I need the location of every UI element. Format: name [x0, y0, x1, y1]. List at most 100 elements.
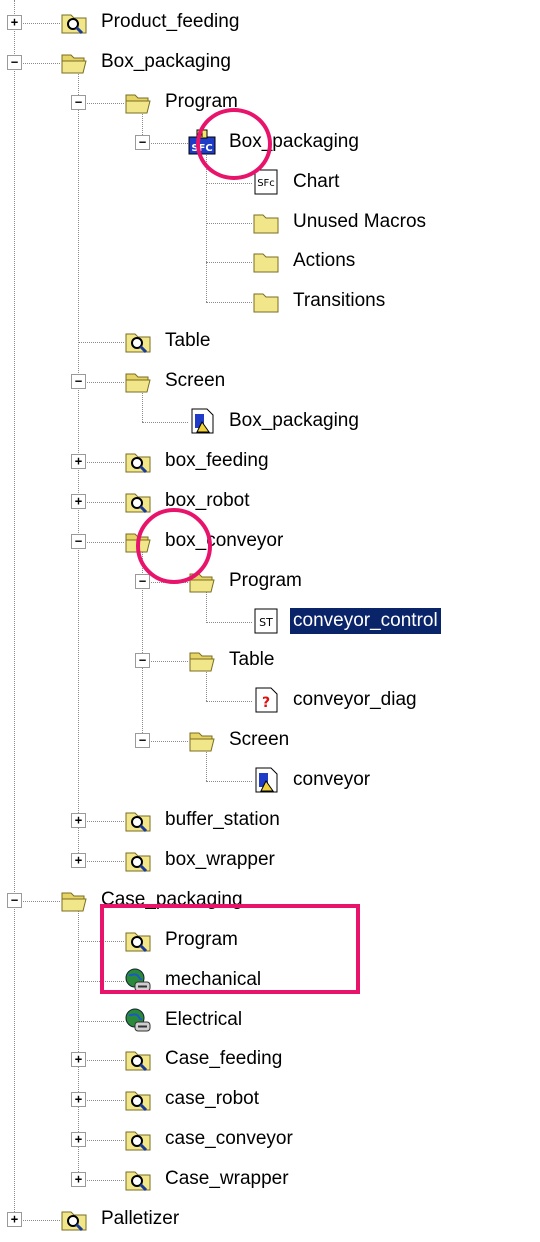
- svg-text:SFc: SFc: [257, 178, 275, 189]
- annotation-circle-box-conveyor: [136, 508, 212, 584]
- folder-icon: [252, 288, 280, 314]
- tree-item[interactable]: − Screen: [0, 362, 540, 402]
- collapse-toggle[interactable]: −: [135, 733, 150, 749]
- folder-open-icon: [124, 89, 152, 115]
- tree-item[interactable]: + case_robot: [0, 1080, 540, 1120]
- tree-item[interactable]: Actions: [0, 242, 540, 282]
- tree-item-label[interactable]: Unused Macros: [290, 209, 429, 235]
- tree-item-label[interactable]: Chart: [290, 169, 342, 195]
- tree-item[interactable]: Unused Macros: [0, 203, 540, 243]
- annotation-rect-links: [100, 904, 360, 994]
- expand-toggle[interactable]: +: [71, 453, 86, 469]
- tree-item[interactable]: − Box_packaging: [0, 43, 540, 83]
- folder-magnifier-icon: [124, 1086, 152, 1112]
- tree-item[interactable]: Box_packaging: [0, 402, 540, 442]
- tree-item[interactable]: ? conveyor_diag: [0, 681, 540, 721]
- tree-item-label[interactable]: Actions: [290, 248, 358, 274]
- tree-item[interactable]: + Product_feeding: [0, 3, 540, 43]
- tree-item[interactable]: − Program: [0, 562, 540, 602]
- tree-item[interactable]: − Table: [0, 641, 540, 681]
- collapse-toggle[interactable]: −: [71, 94, 86, 110]
- folder-open-icon: [188, 727, 216, 753]
- tree-item-label[interactable]: box_feeding: [162, 448, 272, 474]
- tree-item-label[interactable]: conveyor_control: [289, 606, 442, 635]
- folder-magnifier-icon: [124, 807, 152, 833]
- tree-item[interactable]: ST conveyor_control: [0, 602, 540, 642]
- collapse-toggle[interactable]: −: [71, 533, 86, 549]
- tree-item-label[interactable]: case_conveyor: [162, 1126, 296, 1152]
- folder-open-icon: [60, 887, 88, 913]
- collapse-toggle[interactable]: −: [7, 892, 22, 908]
- expand-toggle[interactable]: +: [71, 813, 86, 828]
- tree-item-label[interactable]: Electrical: [162, 1007, 245, 1033]
- tree-item[interactable]: + Palletizer: [0, 1200, 540, 1240]
- globe-link-icon: [124, 1007, 152, 1033]
- annotation-circle-sfc: [196, 108, 272, 180]
- folder-open-icon: [188, 647, 216, 673]
- tree-item-label[interactable]: Program: [226, 568, 305, 594]
- expand-toggle[interactable]: +: [7, 1212, 22, 1227]
- tree-item[interactable]: + Case_feeding: [0, 1040, 540, 1080]
- tree-item[interactable]: conveyor: [0, 761, 540, 801]
- tree-item-label[interactable]: buffer_station: [162, 807, 283, 833]
- folder-magnifier-icon: [124, 488, 152, 514]
- tree-item-label[interactable]: Transitions: [290, 288, 388, 314]
- collapse-toggle[interactable]: −: [7, 54, 22, 70]
- folder-open-icon: [124, 368, 152, 394]
- screen-icon: [188, 408, 216, 434]
- tree-item-label[interactable]: box_wrapper: [162, 847, 278, 873]
- tree-item-label[interactable]: Table: [226, 647, 277, 673]
- folder-icon: [252, 248, 280, 274]
- tree-item[interactable]: Transitions: [0, 282, 540, 322]
- tree-item-label[interactable]: conveyor: [290, 767, 373, 793]
- tree-item[interactable]: + box_wrapper: [0, 841, 540, 881]
- expand-toggle[interactable]: +: [71, 493, 86, 509]
- folder-open-icon: [60, 49, 88, 75]
- tree-item[interactable]: + case_conveyor: [0, 1120, 540, 1160]
- expand-toggle[interactable]: +: [71, 1092, 86, 1108]
- tree-item[interactable]: + buffer_station: [0, 801, 540, 841]
- collapse-toggle[interactable]: −: [135, 653, 150, 669]
- collapse-toggle[interactable]: −: [135, 134, 150, 150]
- tree-item[interactable]: − Screen: [0, 721, 540, 761]
- folder-icon: [252, 209, 280, 235]
- folder-magnifier-icon: [60, 9, 88, 35]
- expand-toggle[interactable]: +: [71, 1132, 86, 1148]
- folder-magnifier-icon: [124, 1046, 152, 1072]
- project-tree: + Product_feeding − Box_packaging − Progra…: [0, 0, 540, 1242]
- tree-item-label[interactable]: Case_feeding: [162, 1046, 285, 1072]
- folder-magnifier-icon: [124, 328, 152, 354]
- tree-item[interactable]: − box_conveyor: [0, 522, 540, 562]
- screen-icon: [252, 767, 280, 793]
- tree-item[interactable]: + box_robot: [0, 482, 540, 522]
- tree-item-label[interactable]: case_robot: [162, 1086, 262, 1112]
- st-program-icon: ST: [252, 608, 280, 634]
- tree-item[interactable]: Electrical: [0, 1001, 540, 1041]
- tree-item[interactable]: Table: [0, 322, 540, 362]
- tree-item-label[interactable]: Box_packaging: [226, 408, 362, 434]
- expand-toggle[interactable]: +: [7, 15, 22, 30]
- folder-magnifier-icon: [124, 1166, 152, 1192]
- tree-item-label[interactable]: Box_packaging: [98, 49, 234, 75]
- tree-item-label[interactable]: Table: [162, 328, 213, 354]
- tree-item-label[interactable]: Product_feeding: [98, 9, 242, 35]
- expand-toggle[interactable]: +: [71, 1172, 86, 1188]
- tree-item-label[interactable]: conveyor_diag: [290, 687, 420, 713]
- tree-item[interactable]: − Program: [0, 83, 540, 123]
- expand-toggle[interactable]: +: [71, 852, 86, 868]
- diagnostic-table-icon: ?: [252, 687, 280, 713]
- tree-item-label[interactable]: Palletizer: [98, 1206, 182, 1232]
- tree-item[interactable]: SFc Chart: [0, 163, 540, 203]
- tree-item-label[interactable]: Case_wrapper: [162, 1166, 292, 1192]
- expand-toggle[interactable]: +: [71, 1052, 86, 1068]
- tree-item[interactable]: + Case_wrapper: [0, 1160, 540, 1200]
- collapse-toggle[interactable]: −: [71, 374, 86, 390]
- tree-item-label[interactable]: Screen: [226, 727, 292, 753]
- folder-magnifier-icon: [60, 1206, 88, 1232]
- svg-text:?: ?: [262, 695, 270, 711]
- folder-magnifier-icon: [124, 448, 152, 474]
- tree-item-label[interactable]: Screen: [162, 368, 228, 394]
- collapse-toggle[interactable]: −: [135, 573, 150, 589]
- tree-item[interactable]: + box_feeding: [0, 442, 540, 482]
- svg-text:ST: ST: [259, 616, 273, 629]
